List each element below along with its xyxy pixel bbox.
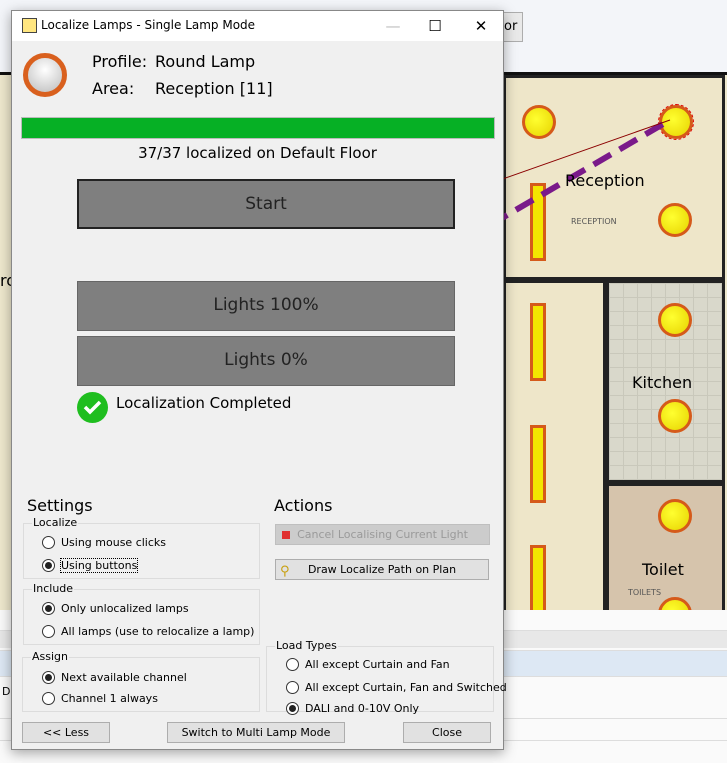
progress-text: 37/37 localized on Default Floor (138, 144, 377, 162)
radio-circle[interactable] (42, 559, 55, 572)
progress-fill (22, 118, 494, 138)
room-label: Kitchen (632, 373, 693, 392)
actions-heading: Actions (274, 496, 333, 515)
radio-circle[interactable] (42, 536, 55, 549)
lights-0-button[interactable]: Lights 0% (77, 336, 455, 386)
group-title: Localize (32, 516, 79, 529)
radio-all-lamps[interactable]: All lamps (use to relocalize a lamp) (42, 625, 254, 638)
radio-next-available-channel[interactable]: Next available channel (42, 671, 187, 684)
check-icon (77, 392, 108, 423)
radio-channel-1-always[interactable]: Channel 1 always (42, 692, 158, 705)
room-sublabel: TOILETS (628, 588, 662, 597)
group-title: Load Types (275, 639, 338, 652)
radio-circle[interactable] (42, 692, 55, 705)
close-button[interactable]: Close (403, 722, 491, 743)
radio-using-buttons[interactable]: Using buttons (42, 558, 139, 573)
path-icon: ⚲ (280, 564, 290, 579)
radio-circle[interactable] (286, 702, 299, 715)
draw-localize-path-button[interactable]: ⚲ Draw Localize Path on Plan (275, 559, 489, 580)
progress-bar (21, 117, 495, 139)
radio-circle[interactable] (286, 658, 299, 671)
less-button[interactable]: << Less (22, 722, 110, 743)
room-sublabel: RECEPTION (571, 217, 617, 226)
cancel-localising-button[interactable]: Cancel Localising Current Light (275, 524, 490, 545)
stop-icon (282, 531, 290, 539)
group-title: Include (32, 582, 75, 595)
settings-heading: Settings (27, 496, 93, 515)
close-window-button[interactable]: ✕ (466, 15, 496, 37)
round-lamp-icon (23, 53, 67, 97)
room-label: Reception (565, 171, 645, 190)
radio-using-mouse-clicks[interactable]: Using mouse clicks (42, 536, 166, 549)
radio-only-unlocalized[interactable]: Only unlocalized lamps (42, 602, 189, 615)
load-types-group: Load Types All except Curtain and Fan Al… (266, 639, 507, 715)
radio-all-except-curtain-fan-switched[interactable]: All except Curtain, Fan and Switched (286, 681, 507, 694)
localize-lamps-dialog: Localize Lamps - Single Lamp Mode — ☐ ✕ … (11, 10, 507, 750)
room-label: Toilet (642, 560, 684, 579)
profile-label: Profile: (92, 52, 148, 71)
app-icon (22, 18, 37, 33)
radio-circle[interactable] (42, 625, 55, 638)
assign-group: Assign Next available channel Channel 1 … (22, 650, 260, 712)
area-label: Area: (92, 79, 135, 98)
minimize-button[interactable]: — (378, 15, 408, 37)
radio-circle[interactable] (42, 671, 55, 684)
start-button[interactable]: Start (77, 179, 455, 229)
radio-circle[interactable] (42, 602, 55, 615)
include-group: Include Only unlocalized lamps All lamps… (23, 582, 260, 645)
radio-all-except-curtain-fan[interactable]: All except Curtain and Fan (286, 658, 450, 671)
window-title: Localize Lamps - Single Lamp Mode (41, 18, 256, 32)
title-bar[interactable]: Localize Lamps - Single Lamp Mode — ☐ ✕ (12, 11, 503, 41)
localize-group: Localize Using mouse clicks Using button… (23, 516, 260, 579)
lights-100-button[interactable]: Lights 100% (77, 281, 455, 331)
switch-multi-lamp-button[interactable]: Switch to Multi Lamp Mode (167, 722, 345, 743)
area-value: Reception [11] (155, 79, 273, 98)
status-text: Localization Completed (116, 394, 292, 412)
group-title: Assign (31, 650, 69, 663)
radio-dali-0-10v[interactable]: DALI and 0-10V Only (286, 702, 419, 715)
radio-circle[interactable] (286, 681, 299, 694)
maximize-button[interactable]: ☐ (420, 15, 450, 37)
profile-value: Round Lamp (155, 52, 256, 71)
